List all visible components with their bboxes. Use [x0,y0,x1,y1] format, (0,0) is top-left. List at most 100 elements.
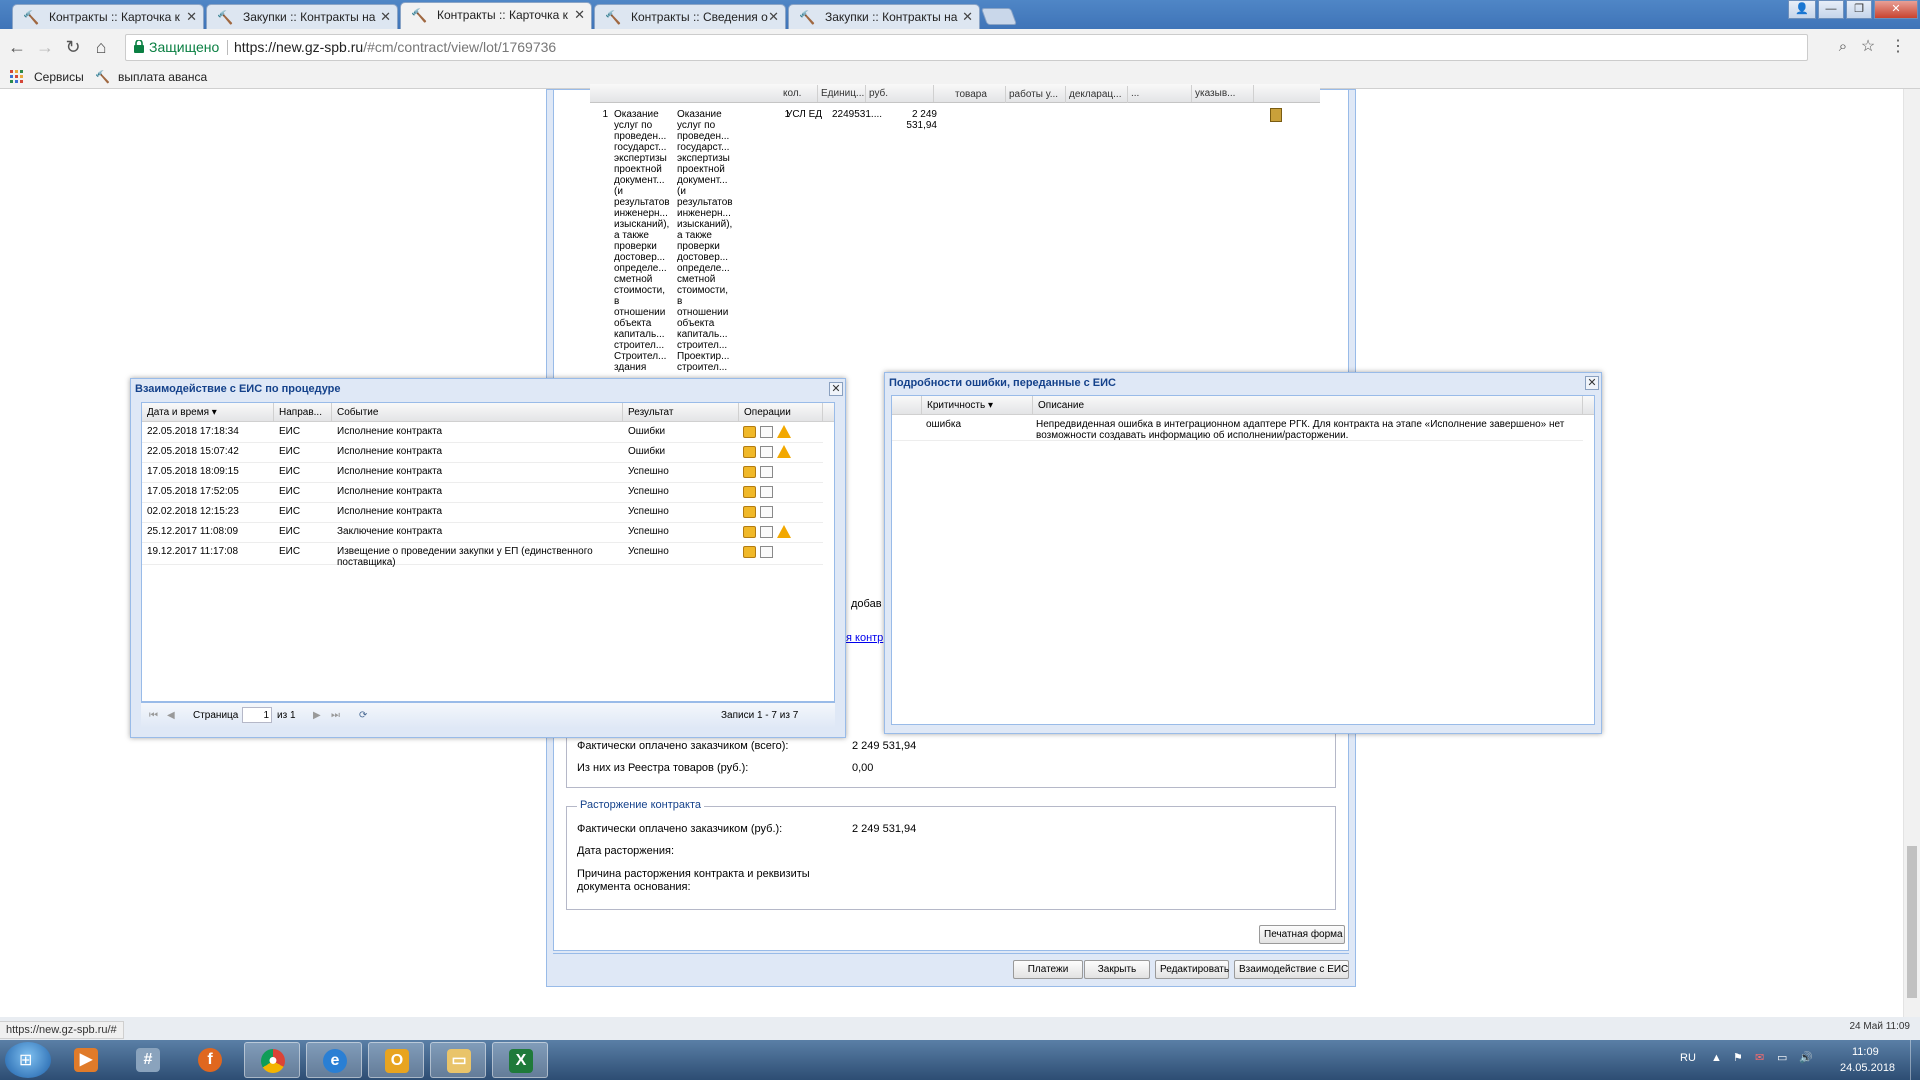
package-icon[interactable] [743,526,756,538]
eis-interaction-button[interactable]: Взаимодействие с ЕИС [1234,960,1349,979]
warning-icon[interactable] [777,525,791,538]
warning-icon[interactable] [777,425,791,438]
start-button[interactable]: ⊞ [5,1042,51,1078]
reload-icon[interactable]: ↻ [62,36,84,58]
power-icon[interactable]: ▭ [1777,1051,1787,1064]
browser-tab-3-active[interactable]: 🔨 Контракты :: Карточка к ✕ [400,2,592,29]
taskbar-firefox[interactable]: f [182,1042,238,1078]
col-header-direction[interactable]: Направ... [274,403,332,422]
tab-close-icon[interactable]: ✕ [574,3,585,27]
maximize-button[interactable]: ❐ [1846,0,1872,19]
last-page-icon[interactable]: ⏭ [331,709,340,722]
eis-dialog-close-icon[interactable]: ✕ [829,382,843,396]
tab-close-icon[interactable]: ✕ [186,5,197,29]
document-icon[interactable] [760,426,773,438]
search-icon[interactable]: ⌕ [1832,36,1854,58]
document-icon[interactable] [760,446,773,458]
edit-button[interactable]: Редактировать [1155,960,1229,979]
tab-close-icon[interactable]: ✕ [962,5,973,29]
tab-close-icon[interactable]: ✕ [380,5,391,29]
window-close-button[interactable]: ✕ [1874,0,1918,19]
goods-grid-row[interactable]: 1 Оказание услуг по проведен... государс… [590,105,1320,375]
eis-table-row[interactable]: 02.02.2018 12:15:23 ЕИС Исполнение контрак… [142,503,823,523]
document-icon[interactable] [760,526,773,538]
col-header-event[interactable]: Событие [332,403,623,422]
user-icon[interactable]: 👤 [1788,0,1816,19]
termination-paid-label: Фактически оплачено заказчиком (руб.): [577,823,783,835]
col-header-datetime[interactable]: Дата и время ▾ [142,403,274,422]
eis-table-row[interactable]: 22.05.2018 17:18:34 ЕИС Исполнение контрак… [142,423,823,443]
prev-page-icon[interactable]: ◀ [167,709,175,722]
status-url: https://new.gz-spb.ru/# [0,1021,124,1039]
taskbar-excel[interactable]: X [492,1042,548,1078]
browser-tab-2[interactable]: 🔨 Закупки :: Контракты на ✕ [206,4,398,29]
clock-date[interactable]: 24.05.2018 [1840,1062,1895,1074]
show-desktop-button[interactable] [1910,1040,1920,1080]
warning-icon[interactable] [777,445,791,458]
error-dialog-close-icon[interactable]: ✕ [1585,376,1599,390]
taskbar-outlook[interactable]: O [368,1042,424,1078]
tray-expand-icon[interactable]: ▲ [1711,1052,1722,1064]
package-icon[interactable] [743,486,756,498]
close-button[interactable]: Закрыть [1084,960,1150,979]
first-page-icon[interactable]: ⏮ [149,709,158,722]
action-center-icon[interactable]: ✉ [1755,1051,1764,1064]
error-row[interactable]: ошибка Непредвиденная ошибка в интеграци… [892,416,1583,441]
package-icon[interactable] [743,466,756,478]
taskbar-explorer[interactable]: ▭ [430,1042,486,1078]
document-icon[interactable] [760,506,773,518]
refresh-icon[interactable]: ⟳ [359,709,367,722]
clock-time[interactable]: 11:09 [1852,1046,1879,1058]
document-scroll-icon[interactable] [1270,108,1282,122]
apps-grid-icon[interactable] [10,70,24,84]
taskbar-ie[interactable]: e [306,1042,362,1078]
language-indicator[interactable]: RU [1680,1052,1696,1064]
eis-table-row[interactable]: 17.05.2018 17:52:05 ЕИС Исполнение контрак… [142,483,823,503]
browser-tab-4[interactable]: 🔨 Контракты :: Сведения о ✕ [594,4,786,29]
package-icon[interactable] [743,446,756,458]
eis-table-row[interactable]: 25.12.2017 11:08:09 ЕИС Заключение контрак… [142,523,823,543]
eis-table-row[interactable]: 19.12.2017 11:17:08 ЕИС Извещение о провед… [142,543,823,568]
volume-icon[interactable]: 🔊 [1799,1051,1813,1064]
browser-tab-1[interactable]: 🔨 Контракты :: Карточка к ✕ [12,4,204,29]
col-header-description[interactable]: Описание [1033,396,1583,415]
forward-icon[interactable]: → [34,36,56,58]
minimize-button[interactable]: — [1818,0,1844,19]
tab-close-icon[interactable]: ✕ [768,5,779,29]
bookmark-advance-payment[interactable]: выплата аванса [118,69,207,85]
browser-toolbar: ← → ↻ ⌂ Защищено https://new.gz-spb.ru/#… [0,29,1920,65]
back-icon[interactable]: ← [6,36,28,58]
address-bar[interactable]: Защищено https://new.gz-spb.ru/#cm/contr… [125,34,1808,61]
document-icon[interactable] [760,546,773,558]
eis-table-row[interactable]: 17.05.2018 18:09:15 ЕИС Исполнение контрак… [142,463,823,483]
page-input[interactable] [242,707,272,723]
taskbar-chrome[interactable]: ● [244,1042,300,1078]
package-icon[interactable] [743,426,756,438]
partial-contract-link[interactable]: я контр [846,632,883,644]
eis-table-row[interactable]: 22.05.2018 15:07:42 ЕИС Исполнение контрак… [142,443,823,463]
home-icon[interactable]: ⌂ [90,36,112,58]
menu-icon[interactable]: ⋮ [1887,36,1909,58]
taskbar-media-player[interactable]: ▶ [58,1042,114,1078]
taskbar-calculator[interactable]: # [120,1042,176,1078]
col-header-operations[interactable]: Операции [739,403,823,422]
bookmark-star-icon[interactable]: ☆ [1857,36,1879,58]
scrollbar-thumb[interactable] [1907,846,1917,998]
error-description: Непредвиденная ошибка в интеграционном а… [1036,419,1565,441]
document-icon[interactable] [760,486,773,498]
browser-tab-5[interactable]: 🔨 Закупки :: Контракты на ✕ [788,4,980,29]
package-icon[interactable] [743,506,756,518]
col-header-result[interactable]: Результат [623,403,739,422]
bookmark-services[interactable]: Сервисы [34,69,84,85]
col-header-goods: товара [952,86,1006,103]
document-icon[interactable] [760,466,773,478]
col-header-datetime-label: Дата и время [147,407,210,418]
network-flag-icon[interactable]: ⚑ [1733,1051,1743,1064]
next-page-icon[interactable]: ▶ [313,709,321,722]
col-header-severity[interactable]: Критичность ▾ [922,396,1033,415]
page-scrollbar[interactable] [1903,89,1920,1017]
new-tab-button[interactable] [980,8,1018,25]
package-icon[interactable] [743,546,756,558]
print-form-button[interactable]: Печатная форма [1259,925,1345,944]
payments-button[interactable]: Платежи [1013,960,1083,979]
